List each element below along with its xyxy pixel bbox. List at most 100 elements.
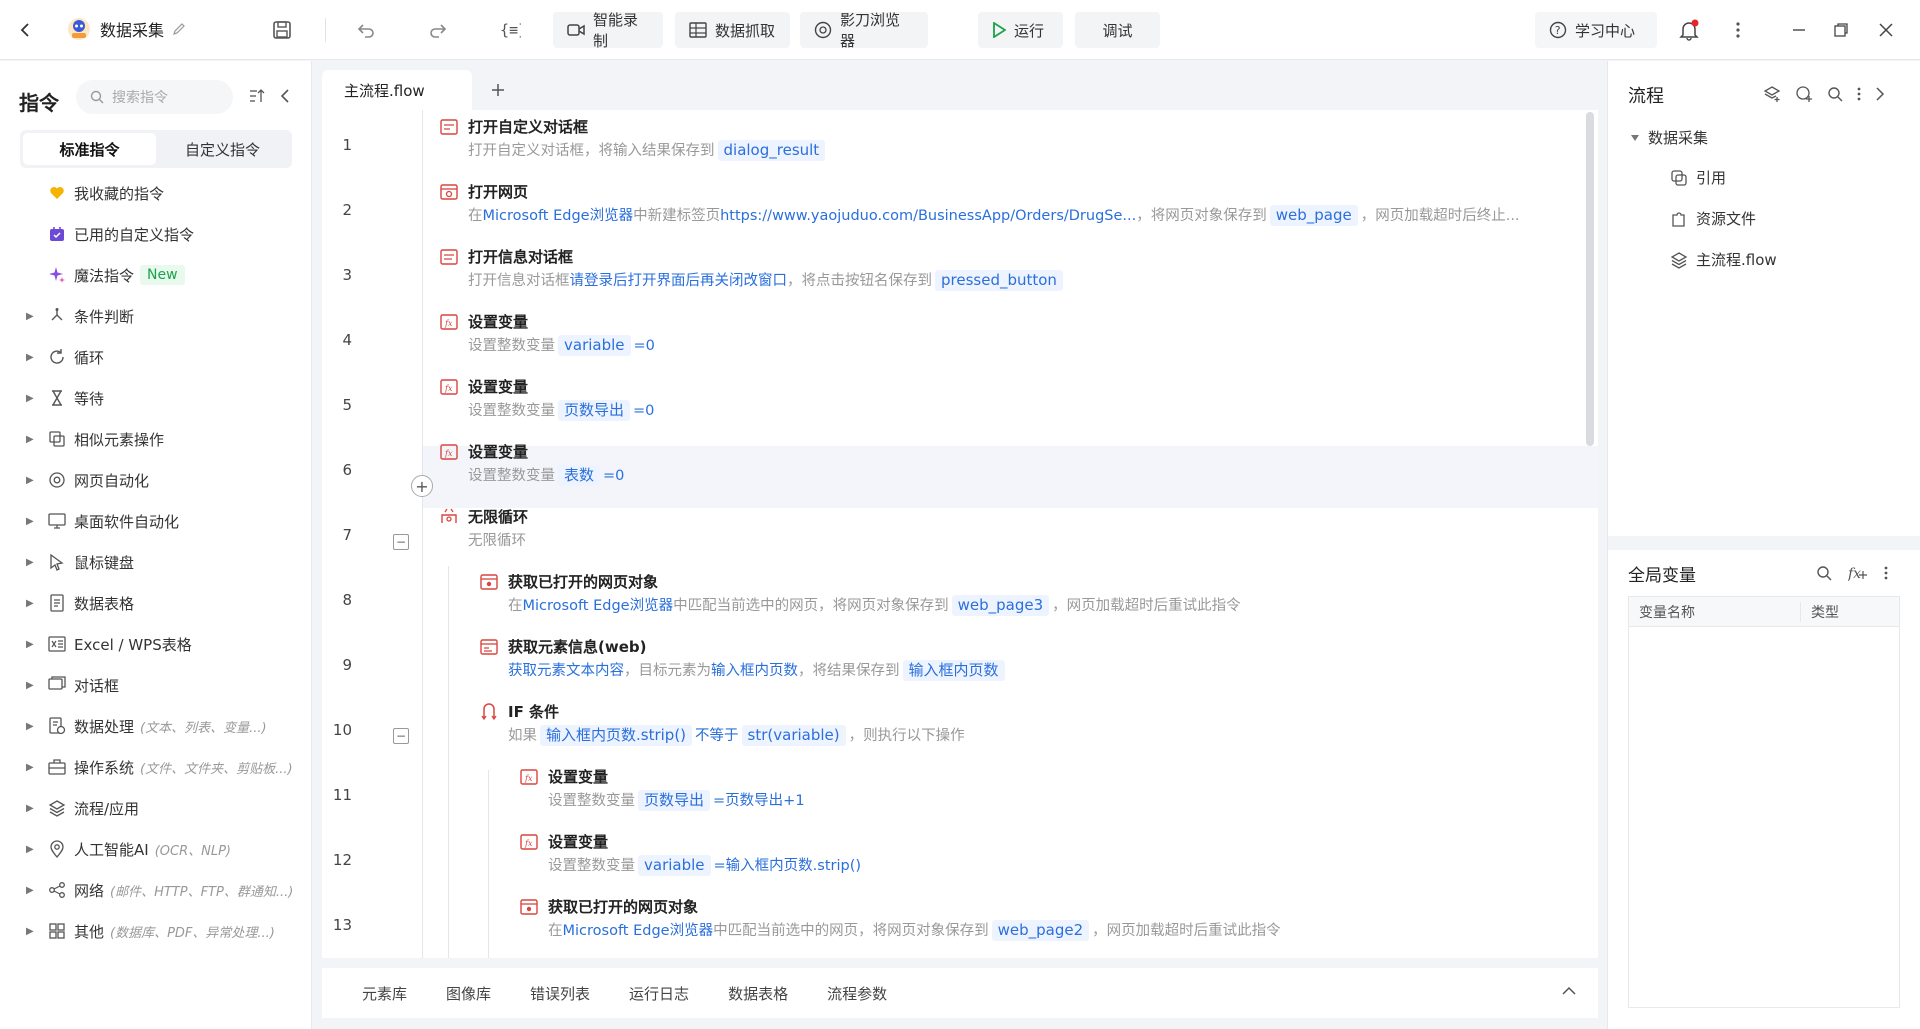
add-layer-icon[interactable] <box>1763 85 1781 103</box>
sort-icon[interactable] <box>248 88 266 104</box>
variable-search-icon[interactable] <box>1816 565 1832 581</box>
variable-pill[interactable]: 输入框内页数 <box>902 660 1005 681</box>
more-vertical-icon[interactable] <box>1722 14 1754 46</box>
tab-flow-params[interactable]: 流程参数 <box>827 983 887 1004</box>
instruction-group-item[interactable]: ▶ 条件判断 <box>0 301 134 331</box>
add-subflow-icon[interactable] <box>1795 85 1813 103</box>
param-link[interactable]: Microsoft Edge浏览器 <box>483 208 634 224</box>
edit-name-icon[interactable] <box>172 22 186 36</box>
data-capture-button[interactable]: 数据抓取 <box>675 12 790 48</box>
variable-pill[interactable]: variable <box>558 335 631 356</box>
debug-button[interactable]: 调试 <box>1075 12 1160 48</box>
tab-custom-instructions[interactable]: 自定义指令 <box>156 133 289 165</box>
step-description: 设置整数变量 variable =输入框内页数.strip() <box>548 854 861 876</box>
variable-pill[interactable]: 表数 <box>558 465 601 486</box>
notification-bell-icon[interactable] <box>1673 14 1705 46</box>
param-link[interactable]: =0 <box>603 468 624 484</box>
variable-pill[interactable]: pressed_button <box>935 270 1063 291</box>
collapse-if-icon[interactable]: − <box>393 728 409 744</box>
variable-pill[interactable]: str(variable) <box>741 725 846 746</box>
instruction-group-item[interactable]: ▶ 人工智能AI (OCR、NLP) <box>0 834 231 864</box>
variable-pill[interactable]: web_page2 <box>991 920 1090 941</box>
collapse-loop-icon[interactable]: − <box>393 534 409 550</box>
tab-image-library[interactable]: 图像库 <box>446 983 491 1004</box>
param-link[interactable]: https://www.yaojuduo.com/BusinessApp/Ord… <box>720 208 1136 224</box>
instruction-group-item[interactable]: ▶ 相似元素操作 <box>0 424 164 454</box>
param-link[interactable]: =输入框内页数.strip() <box>714 858 862 874</box>
param-link[interactable]: Microsoft Edge浏览器 <box>563 923 714 939</box>
favorite-instructions-item[interactable]: 我收藏的指令 <box>0 178 164 208</box>
variable-pill[interactable]: dialog_result <box>717 140 826 161</box>
param-link[interactable]: 不等于 <box>695 728 739 744</box>
editor-scrollbar[interactable] <box>1586 112 1594 446</box>
tab-data-table[interactable]: 数据表格 <box>728 983 788 1004</box>
add-variable-fx-icon[interactable]: fx <box>1848 565 1868 581</box>
collapse-right-panel-icon[interactable] <box>1875 87 1885 101</box>
expand-arrow-icon: ▶ <box>26 679 34 691</box>
shadow-browser-button[interactable]: 影刀浏览器 <box>800 11 928 50</box>
instruction-search-input[interactable]: 搜索指令 <box>76 80 233 114</box>
instruction-group-item[interactable]: ▶ 数据表格 <box>0 588 134 618</box>
instruction-group-item[interactable]: ▶ 等待 <box>0 383 104 413</box>
run-button[interactable]: 运行 <box>978 12 1063 48</box>
tab-standard-instructions[interactable]: 标准指令 <box>23 133 156 165</box>
variable-pill[interactable]: 输入框内页数.strip() <box>540 725 693 746</box>
magic-instructions-item[interactable]: 魔法指令 New <box>0 260 185 290</box>
tab-main-flow[interactable]: 主流程.flow <box>322 70 472 110</box>
expand-arrow-icon: ▶ <box>26 884 34 896</box>
collapse-panel-icon[interactable] <box>280 88 290 104</box>
param-link[interactable]: =页数导出+1 <box>713 793 805 809</box>
instruction-group-item[interactable]: ▶ 鼠标键盘 <box>0 547 134 577</box>
undo-icon[interactable] <box>350 14 382 46</box>
add-tab-icon[interactable] <box>490 70 506 110</box>
tab-run-log[interactable]: 运行日志 <box>629 983 689 1004</box>
restore-icon[interactable] <box>1825 14 1857 46</box>
variable-pill[interactable]: web_page <box>1269 205 1358 226</box>
instruction-group-item[interactable]: ▶ 操作系统 (文件、文件夹、剪贴板...) <box>0 752 293 782</box>
code-braces-icon[interactable]: {≡} <box>494 14 526 46</box>
instruction-group-item[interactable]: ▶ 网络 (邮件、HTTP、FTP、群通知...) <box>0 875 293 905</box>
variable-pill[interactable]: 页数导出 <box>558 400 631 421</box>
variable-pill[interactable]: web_page3 <box>951 595 1050 616</box>
tree-item-main-flow[interactable]: 主流程.flow <box>1670 249 1777 270</box>
save-icon[interactable] <box>266 14 298 46</box>
step-title: 设置变量 <box>468 443 529 461</box>
param-link[interactable]: =0 <box>633 403 654 419</box>
instruction-group-item[interactable]: ▶ 对话框 <box>0 670 119 700</box>
param-link[interactable]: 输入框内页数 <box>711 663 798 679</box>
variable-pill[interactable]: 页数导出 <box>638 790 711 811</box>
tab-error-list[interactable]: 错误列表 <box>530 983 590 1004</box>
instruction-group-item[interactable]: ▶ 数据处理 (文本、列表、变量...) <box>0 711 267 741</box>
param-link[interactable]: 获取元素文本内容 <box>508 663 624 679</box>
panel-divider <box>1608 536 1920 550</box>
insert-step-icon[interactable]: + <box>411 475 433 497</box>
instruction-group-item[interactable]: ▶ 网页自动化 <box>0 465 149 495</box>
instruction-group-item[interactable]: ▶ 桌面软件自动化 <box>0 506 179 536</box>
redo-icon[interactable] <box>422 14 454 46</box>
flow-search-icon[interactable] <box>1827 86 1843 102</box>
close-icon[interactable] <box>1870 14 1902 46</box>
used-custom-instructions-item[interactable]: 已用的自定义指令 <box>0 219 194 249</box>
tab-element-library[interactable]: 元素库 <box>362 983 407 1004</box>
minimize-icon[interactable] <box>1783 14 1815 46</box>
tree-item-reference[interactable]: 引用 <box>1670 167 1726 188</box>
tree-root-item[interactable]: 数据采集 <box>1630 127 1708 148</box>
variables-more-icon[interactable] <box>1884 566 1888 580</box>
flow-more-icon[interactable] <box>1857 87 1861 101</box>
if-condition-icon <box>480 703 498 721</box>
back-icon[interactable] <box>10 14 42 46</box>
instruction-group-item[interactable]: ▶ 流程/应用 <box>0 793 139 823</box>
instruction-group-item[interactable]: ▶ 其他 (数据库、PDF、异常处理...) <box>0 916 275 946</box>
learning-center-button[interactable]: ? 学习中心 <box>1535 12 1657 48</box>
param-link[interactable]: =0 <box>634 338 655 354</box>
expand-up-icon[interactable] <box>1562 986 1576 996</box>
tree-item-resources[interactable]: 资源文件 <box>1670 208 1756 229</box>
instruction-group-label: 其他 <box>74 922 105 941</box>
variable-pill[interactable]: variable <box>638 855 711 876</box>
smart-record-button[interactable]: 智能录制 <box>553 11 663 50</box>
param-link[interactable]: Microsoft Edge浏览器 <box>523 598 674 614</box>
web-object-icon <box>520 898 538 916</box>
instruction-group-item[interactable]: ▶ 循环 <box>0 342 104 372</box>
param-link[interactable]: 请登录后打开界面后再关闭改窗口 <box>570 273 788 289</box>
instruction-group-item[interactable]: ▶ Excel / WPS表格 <box>0 629 192 659</box>
